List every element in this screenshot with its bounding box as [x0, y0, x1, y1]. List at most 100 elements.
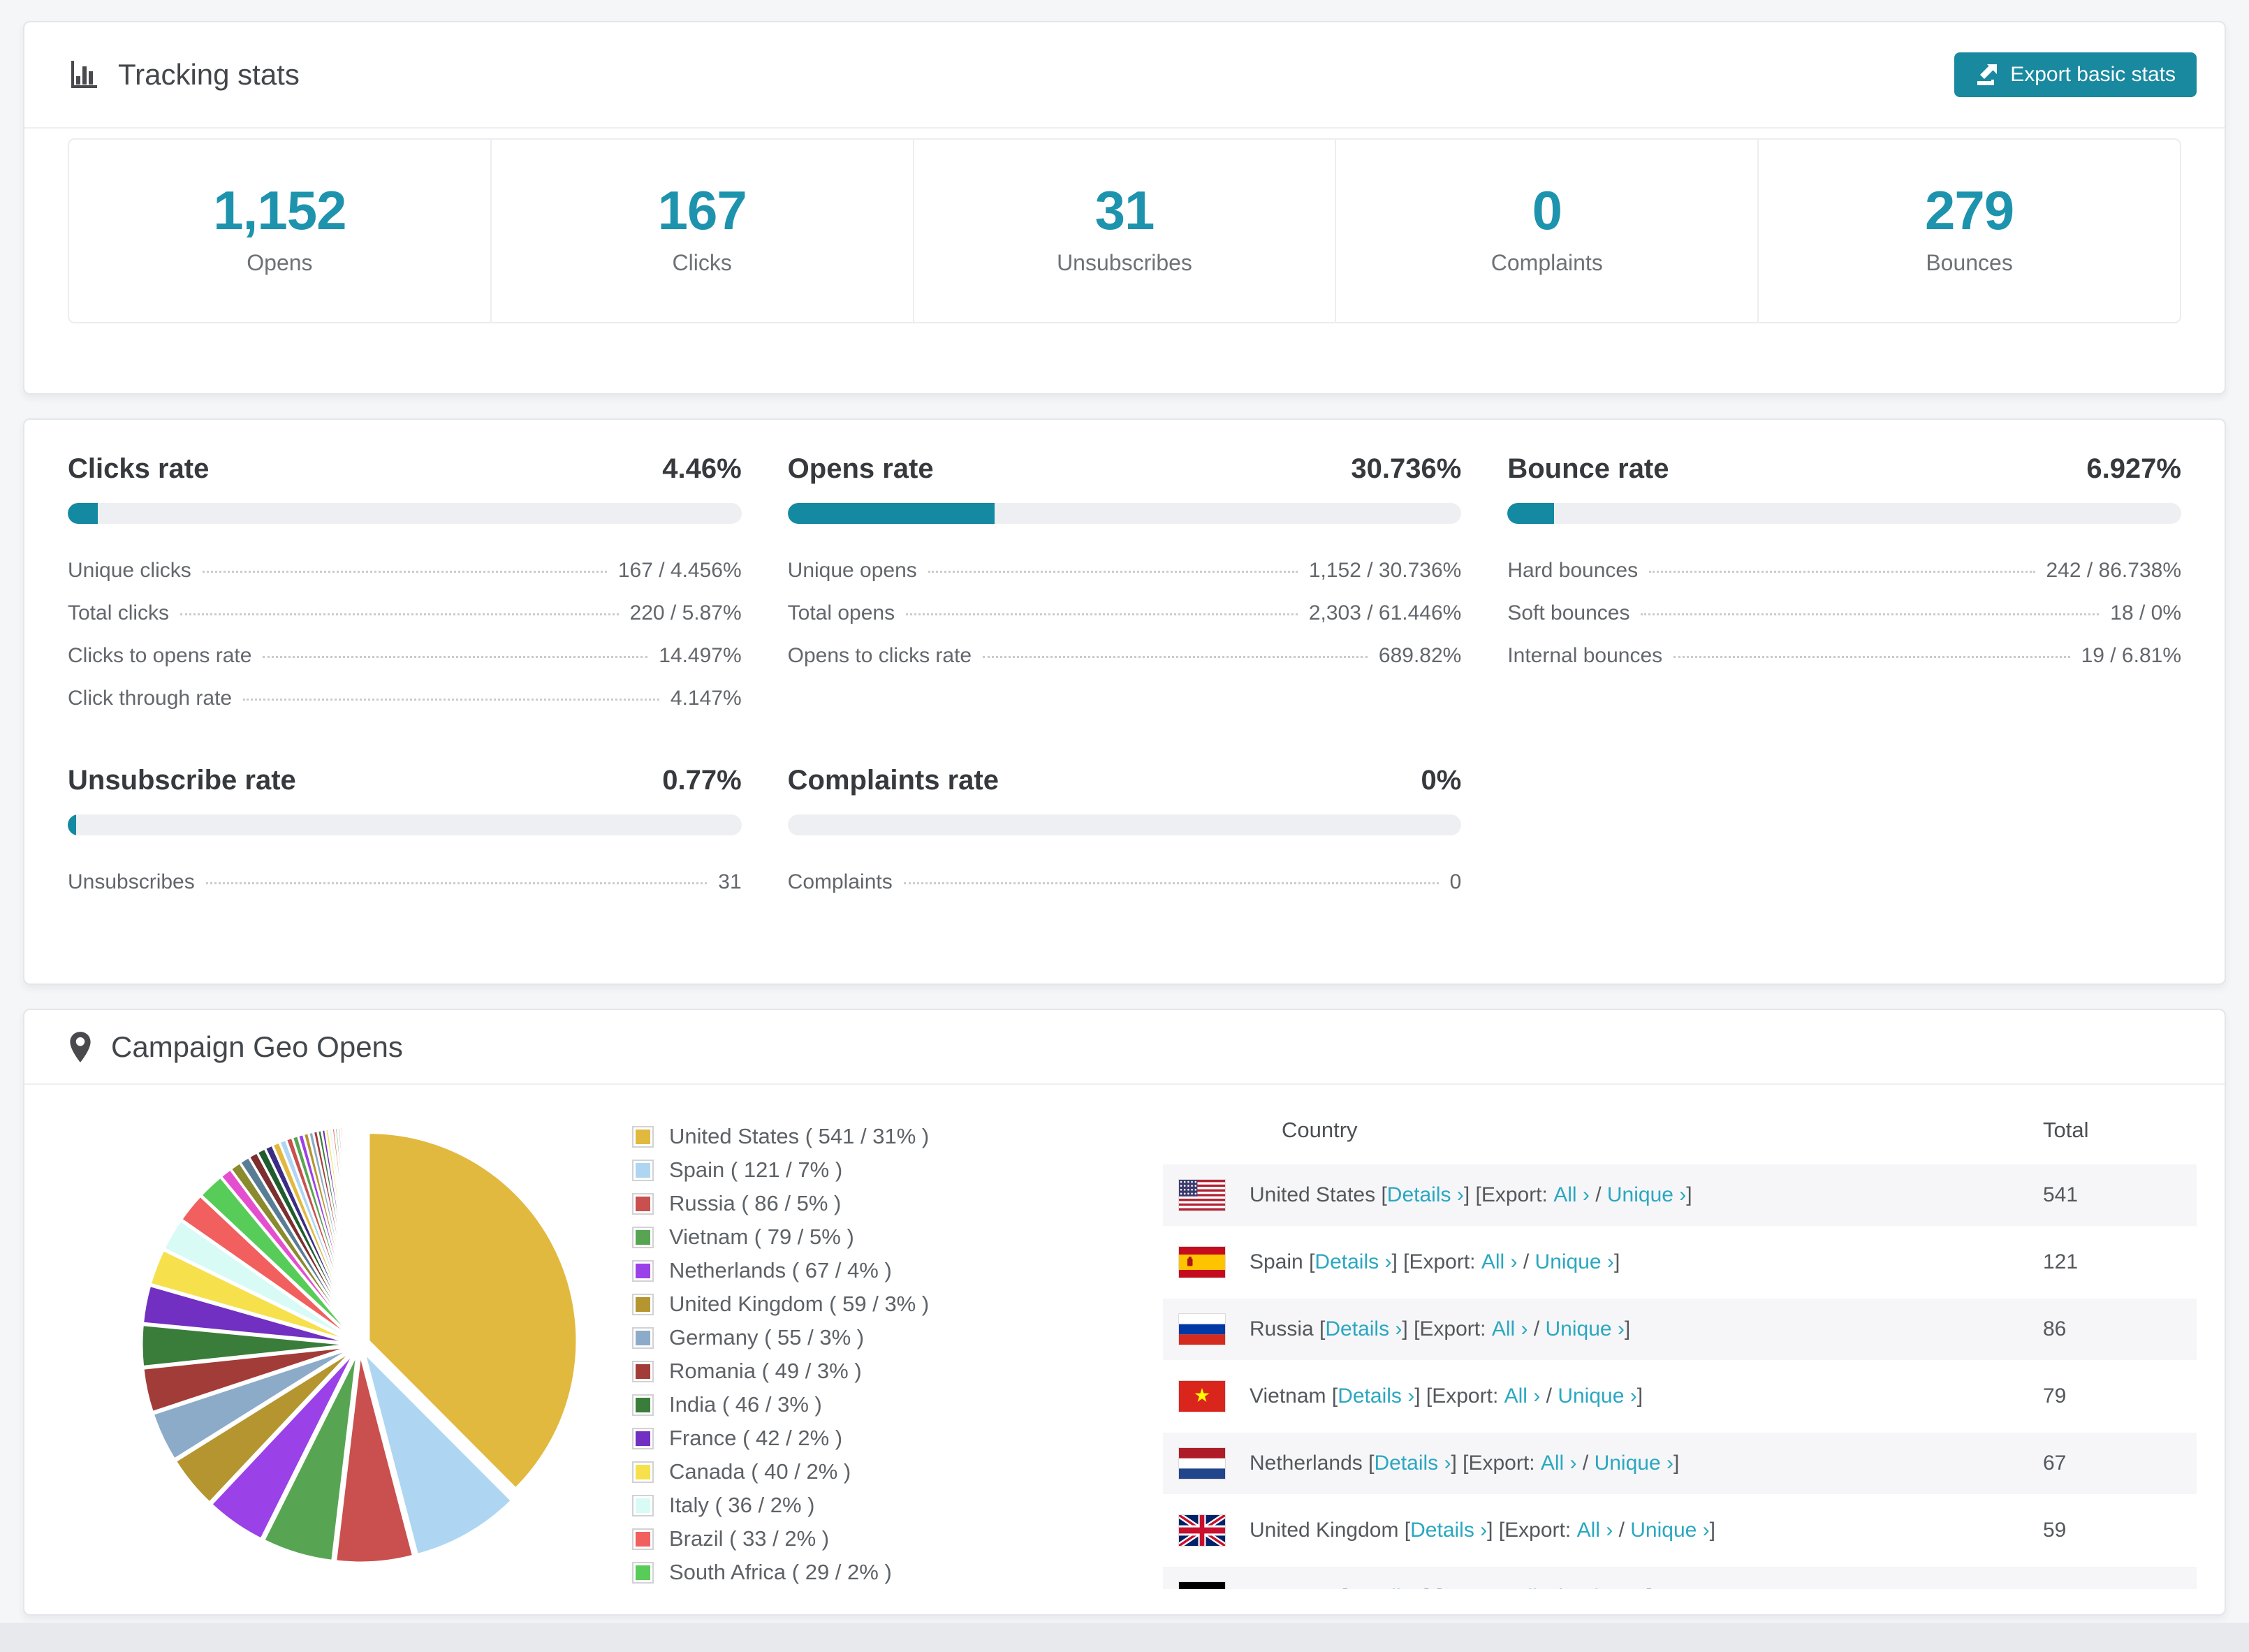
export-all-link[interactable]: All ›	[1541, 1452, 1577, 1475]
legend-label: Vietnam ( 79 / 5% )	[669, 1225, 854, 1250]
geo-content: United States ( 541 / 31% ) Spain ( 121 /…	[24, 1085, 2225, 1593]
dotted-leader	[1641, 613, 2099, 615]
rate-stat-value: 2,303 / 61.446%	[1309, 601, 1462, 625]
bracket: ]	[1625, 1317, 1630, 1341]
country-name: Netherlands	[1250, 1452, 1368, 1475]
rate-stat-label: Soft bounces	[1507, 601, 1629, 625]
slash: /	[1540, 1384, 1558, 1408]
country-name: United Kingdom	[1250, 1519, 1405, 1542]
details-link[interactable]: Details ›	[1338, 1384, 1414, 1408]
legend-item[interactable]: France ( 42 / 2% )	[632, 1426, 1086, 1451]
export-all-link[interactable]: All ›	[1553, 1183, 1590, 1207]
export-basic-stats-button[interactable]: Export basic stats	[1954, 52, 2197, 97]
slash: /	[1577, 1452, 1595, 1475]
rate-stat-value: 14.497%	[659, 644, 741, 668]
geo-country-cell: United Kingdom [Details ›] [Export: All …	[1178, 1514, 2043, 1547]
legend-item[interactable]: Brazil ( 33 / 2% )	[632, 1526, 1086, 1551]
unsubscribe-rate-value: 0.77%	[662, 765, 741, 796]
export-all-link[interactable]: All ›	[1514, 1586, 1550, 1589]
dotted-leader	[203, 571, 607, 573]
rate-stat-value: 4.147%	[671, 687, 742, 710]
slash: /	[1528, 1317, 1545, 1341]
bounce-rate-title: Bounce rate	[1507, 453, 1669, 485]
legend-item[interactable]: Spain ( 121 / 7% )	[632, 1157, 1086, 1183]
details-link[interactable]: Details ›	[1410, 1519, 1487, 1542]
legend-item[interactable]: Netherlands ( 67 / 4% )	[632, 1258, 1086, 1283]
legend-item[interactable]: South Africa ( 29 / 2% )	[632, 1560, 1086, 1585]
export-unique-link[interactable]: Unique ›	[1607, 1183, 1686, 1207]
legend-item[interactable]: Germany ( 55 / 3% )	[632, 1325, 1086, 1350]
export-unique-link[interactable]: Unique ›	[1535, 1250, 1614, 1274]
export-unique-link[interactable]: Unique ›	[1630, 1519, 1709, 1542]
geo-country-cell: Netherlands [Details ›] [Export: All › /…	[1178, 1447, 2043, 1479]
details-link[interactable]: Details ›	[1374, 1452, 1451, 1475]
bracket: ]	[1686, 1183, 1692, 1207]
clicks-rate-progressbar	[68, 503, 742, 524]
export-all-link[interactable]: All ›	[1481, 1250, 1518, 1274]
geo-opens-card: Campaign Geo Opens United States ( 541 /…	[23, 1009, 2226, 1616]
legend-swatch	[632, 1528, 654, 1550]
legend-item[interactable]: Canada ( 40 / 2% )	[632, 1459, 1086, 1484]
rate-stat-value: 167 / 4.456%	[618, 559, 742, 583]
opens-rate-panel: Opens rate 30.736% Unique opens1,152 / 3…	[788, 438, 1462, 710]
progress-fill	[1507, 503, 1554, 524]
stat-clicks-label: Clicks	[492, 250, 913, 276]
legend-item[interactable]: Italy ( 36 / 2% )	[632, 1493, 1086, 1518]
flag-icon-us	[1178, 1179, 1226, 1211]
geo-total-cell: 86	[2043, 1317, 2176, 1341]
details-link[interactable]: Details ›	[1387, 1183, 1464, 1207]
flag-icon-nl	[1178, 1447, 1226, 1479]
export-unique-link[interactable]: Unique ›	[1558, 1384, 1636, 1408]
export-unique-link[interactable]: Unique ›	[1567, 1586, 1646, 1589]
export-all-link[interactable]: All ›	[1504, 1384, 1541, 1408]
legend-item[interactable]: Romania ( 49 / 3% )	[632, 1359, 1086, 1384]
export-all-link[interactable]: All ›	[1492, 1317, 1528, 1341]
geo-total-cell: 541	[2043, 1183, 2176, 1207]
legend-item[interactable]: United States ( 541 / 31% )	[632, 1124, 1086, 1149]
complaints-rate-panel: Complaints rate 0% Complaints0	[788, 750, 1462, 894]
rate-stat-label: Hard bounces	[1507, 559, 1638, 583]
export-unique-link[interactable]: Unique ›	[1546, 1317, 1625, 1341]
details-link[interactable]: Details ›	[1314, 1250, 1391, 1274]
opens-rate-rows: Unique opens1,152 / 30.736%Total opens2,…	[788, 559, 1462, 668]
bracket: [	[1405, 1519, 1410, 1542]
legend-label: Russia ( 86 / 5% )	[669, 1191, 841, 1216]
geo-table-row: Germany [Details ›] [Export: All › / Uni…	[1163, 1564, 2197, 1589]
geo-country-cell: United States [Details ›] [Export: All ›…	[1178, 1179, 2043, 1211]
legend-item[interactable]: United Kingdom ( 59 / 3% )	[632, 1292, 1086, 1317]
unsubscribe-rate-rows: Unsubscribes31	[68, 870, 742, 894]
details-link[interactable]: Details ›	[1347, 1586, 1424, 1589]
rate-stat-label: Unique opens	[788, 559, 917, 583]
flag-icon-de	[1178, 1581, 1226, 1589]
legend-item[interactable]: India ( 46 / 3% )	[632, 1392, 1086, 1417]
rate-stat-value: 18 / 0%	[2110, 601, 2181, 625]
geo-opens-title: Campaign Geo Opens	[111, 1030, 403, 1064]
unsubscribe-rate-progressbar	[68, 814, 742, 835]
dotted-leader	[928, 571, 1298, 573]
rate-stat-row: Opens to clicks rate689.82%	[788, 644, 1462, 668]
legend-swatch	[632, 1327, 654, 1349]
geo-table: Country Total United States [Details ›] …	[1163, 1099, 2197, 1589]
legend-item[interactable]: Russia ( 86 / 5% )	[632, 1191, 1086, 1216]
legend-label: India ( 46 / 3% )	[669, 1392, 822, 1417]
bracket: ]	[1614, 1250, 1620, 1274]
legend-item[interactable]: Vietnam ( 79 / 5% )	[632, 1225, 1086, 1250]
slash: /	[1550, 1586, 1567, 1589]
rate-stat-row: Complaints0	[788, 870, 1462, 894]
export-unique-link[interactable]: Unique ›	[1595, 1452, 1673, 1475]
clicks-rate-rows: Unique clicks167 / 4.456%Total clicks220…	[68, 559, 742, 710]
tracking-stats-card: Tracking stats Export basic stats 1,152 …	[23, 21, 2226, 395]
geo-legend: United States ( 541 / 31% ) Spain ( 121 /…	[632, 1124, 1086, 1593]
geo-table-row: United Kingdom [Details ›] [Export: All …	[1163, 1497, 2197, 1564]
stat-unsubscribes-label: Unsubscribes	[914, 250, 1335, 276]
legend-swatch	[632, 1495, 654, 1516]
export-all-link[interactable]: All ›	[1577, 1519, 1613, 1542]
export-button-label: Export basic stats	[2010, 63, 2176, 87]
geo-total-cell: 121	[2043, 1250, 2176, 1274]
details-link[interactable]: Details ›	[1325, 1317, 1402, 1341]
stat-opens: 1,152 Opens	[69, 140, 490, 322]
clicks-rate-panel: Clicks rate 4.46% Unique clicks167 / 4.4…	[68, 438, 742, 710]
legend-label: South Africa ( 29 / 2% )	[669, 1560, 892, 1585]
progress-fill	[68, 814, 76, 835]
bracket: ]	[1647, 1586, 1653, 1589]
